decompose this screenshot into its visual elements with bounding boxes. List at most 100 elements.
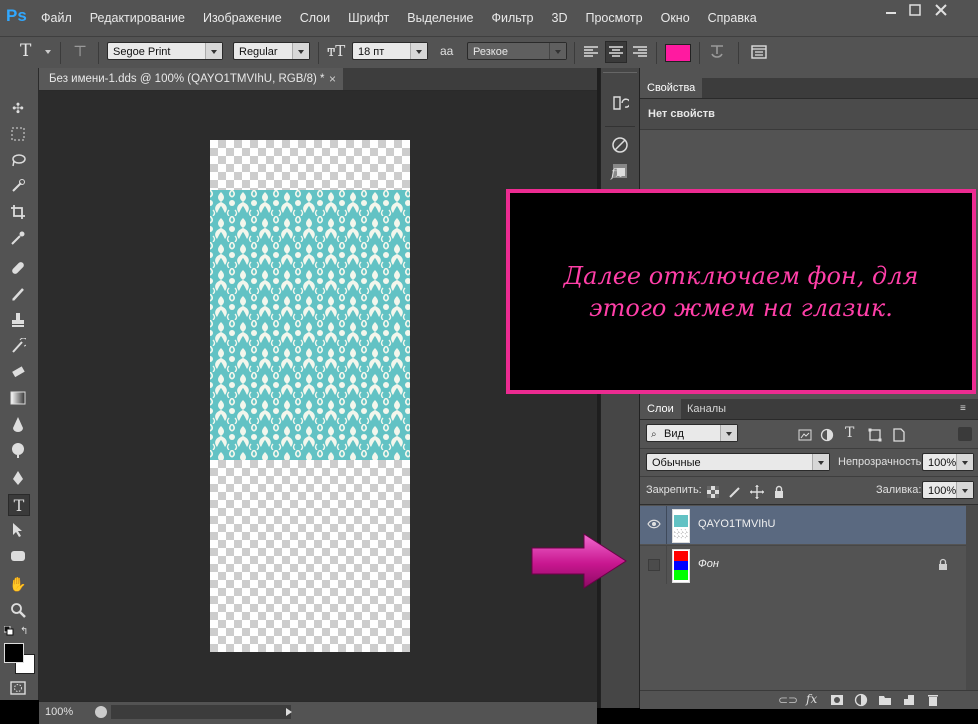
quick-mask-icon[interactable] [8, 678, 28, 698]
layer-visibility-cell[interactable] [640, 546, 667, 584]
search-icon: ⌕ [651, 429, 657, 440]
layers-list: QAYO1TMVIhU Фон [640, 504, 978, 691]
hand-tool-icon[interactable]: ✋ [8, 574, 28, 594]
close-tab-icon[interactable]: × [329, 68, 336, 90]
status-menu-arrow-icon[interactable] [286, 708, 292, 716]
menu-window[interactable]: Окно [652, 11, 699, 25]
eraser-tool-icon[interactable] [8, 362, 28, 382]
brush-tool-icon[interactable] [8, 284, 28, 304]
new-group-icon[interactable] [878, 693, 892, 707]
link-layers-icon[interactable]: ⊂⊃ [778, 693, 798, 707]
menu-filter[interactable]: Фильтр [483, 11, 543, 25]
character-panel-icon[interactable] [750, 43, 768, 61]
layer-filter-select[interactable]: Вид ⌕ [646, 424, 738, 442]
add-style-icon[interactable]: fx [806, 692, 817, 706]
panel-menu-icon[interactable]: ≡ [960, 403, 966, 414]
eyedropper-tool-icon[interactable] [8, 228, 28, 248]
font-family-select[interactable]: Segoe Print [107, 42, 223, 60]
filter-toggle-switch[interactable] [958, 427, 972, 441]
tab-properties[interactable]: Свойства [640, 78, 703, 98]
align-left-icon[interactable] [583, 45, 599, 59]
gradient-tool-icon[interactable] [8, 388, 28, 408]
clone-stamp-tool-icon[interactable] [8, 310, 28, 330]
text-color-swatch[interactable] [665, 44, 691, 62]
menu-3d[interactable]: 3D [543, 11, 577, 25]
lock-position-icon[interactable] [750, 485, 764, 499]
blend-mode-select[interactable]: Обычные [646, 453, 830, 471]
add-mask-icon[interactable] [830, 693, 844, 707]
filter-shape-icon[interactable] [868, 428, 882, 442]
new-adjustment-icon[interactable] [854, 693, 868, 707]
fill-input[interactable]: 100% [922, 481, 974, 499]
menu-layers[interactable]: Слои [291, 11, 339, 25]
menu-bar: Ps Файл Редактирование Изображение Слои … [0, 0, 978, 36]
blur-tool-icon[interactable] [8, 414, 28, 434]
filter-pixel-icon[interactable] [798, 428, 812, 442]
status-info-icon[interactable] [95, 706, 107, 718]
layer-row[interactable]: Фон [640, 545, 966, 584]
path-selection-tool-icon[interactable] [8, 520, 28, 540]
chevron-down-icon[interactable] [45, 50, 51, 54]
default-colors-icon[interactable] [3, 625, 14, 636]
strip-grip [603, 72, 637, 77]
quick-selection-tool-icon[interactable] [8, 176, 28, 196]
lasso-tool-icon[interactable] [8, 150, 28, 170]
menu-help[interactable]: Справка [699, 11, 766, 25]
filter-adjustment-icon[interactable] [820, 428, 834, 442]
new-layer-icon[interactable] [902, 693, 916, 707]
menu-edit[interactable]: Редактирование [81, 11, 194, 25]
menu-type[interactable]: Шрифт [339, 11, 398, 25]
dodge-tool-icon[interactable] [8, 440, 28, 460]
close-icon[interactable] [930, 2, 952, 18]
foreground-color-swatch[interactable] [4, 643, 24, 663]
opacity-input[interactable]: 100% [922, 453, 974, 471]
type-tool-preset-icon[interactable]: T [20, 41, 31, 61]
tab-channels[interactable]: Каналы [680, 399, 733, 419]
font-size-select[interactable]: 18 пт [352, 42, 428, 60]
menu-image[interactable]: Изображение [194, 11, 291, 25]
layer-name[interactable]: Фон [698, 558, 719, 570]
zoom-level[interactable]: 100% [45, 706, 73, 718]
lock-all-icon[interactable] [772, 485, 786, 499]
styles-panel-icon[interactable]: fx [611, 166, 622, 180]
lock-pixels-icon[interactable] [728, 485, 742, 499]
adjustments-panel-icon[interactable] [611, 136, 629, 154]
font-style-select[interactable]: Regular [233, 42, 310, 60]
minimize-icon[interactable] [880, 2, 902, 18]
history-panel-icon[interactable] [611, 94, 629, 112]
menu-select[interactable]: Выделение [398, 11, 482, 25]
healing-brush-tool-icon[interactable] [8, 258, 28, 278]
antialias-select[interactable]: Резкое [467, 42, 567, 60]
menu-view[interactable]: Просмотр [577, 11, 652, 25]
filter-smart-object-icon[interactable] [892, 428, 906, 442]
lock-transparency-icon[interactable] [706, 485, 720, 499]
menu-file[interactable]: Файл [32, 11, 81, 25]
photoshop-logo: Ps [6, 6, 27, 25]
align-right-icon[interactable] [632, 45, 648, 59]
eye-icon[interactable] [647, 519, 661, 529]
document-tab[interactable]: Без имени-1.dds @ 100% (QAYO1TMVIhU, RGB… [39, 68, 343, 90]
maximize-icon[interactable] [904, 2, 926, 18]
layer-name[interactable]: QAYO1TMVIhU [698, 518, 775, 530]
delete-layer-icon[interactable] [926, 693, 940, 707]
rectangle-tool-icon[interactable] [8, 546, 28, 566]
filter-type-icon[interactable]: T [845, 425, 854, 441]
layer-row[interactable]: QAYO1TMVIhU [640, 506, 966, 544]
visibility-off-box[interactable] [648, 559, 660, 571]
zoom-tool-icon[interactable] [8, 600, 28, 620]
swap-colors-icon[interactable]: ↰ [20, 626, 28, 637]
crop-tool-icon[interactable] [8, 202, 28, 222]
history-brush-tool-icon[interactable] [8, 336, 28, 356]
align-center-icon[interactable] [605, 41, 627, 63]
status-bar: 100% [39, 701, 597, 724]
layer-visibility-cell[interactable] [640, 506, 667, 544]
tab-layers[interactable]: Слои [640, 399, 681, 419]
move-tool-icon[interactable]: ✣ [8, 98, 28, 118]
text-orientation-icon[interactable]: ⊤ [73, 42, 87, 60]
type-tool-icon[interactable]: T [8, 494, 30, 516]
layers-scrollbar[interactable] [966, 505, 978, 691]
pen-tool-icon[interactable] [8, 468, 28, 488]
warp-text-icon[interactable] [708, 43, 726, 61]
options-bar: T ⊤ Segoe Print Regular ͳT 18 пт aa Резк… [0, 36, 978, 69]
marquee-tool-icon[interactable] [8, 124, 28, 144]
